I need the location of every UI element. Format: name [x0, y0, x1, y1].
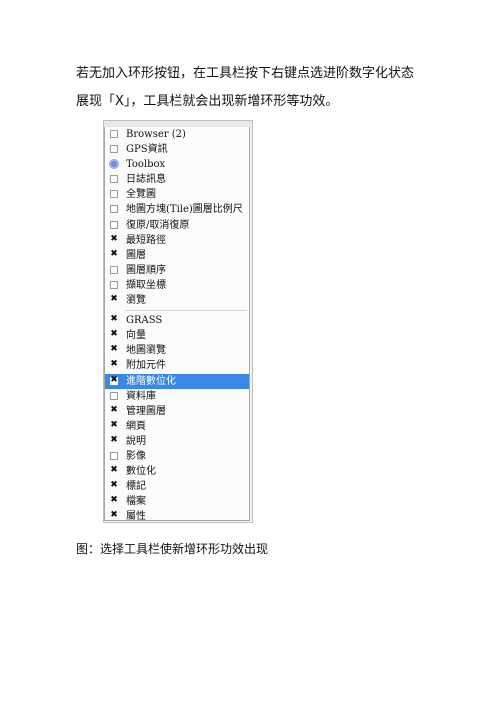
menu-item[interactable]: ✖ GRASS [105, 313, 249, 328]
menu-item[interactable]: 資料庫 [105, 389, 249, 404]
menu-item[interactable]: 地圖方塊(Tile)圖層比例尺 [105, 202, 249, 217]
checked-box-icon[interactable]: ✖ [110, 420, 118, 430]
menu-item-label: GPS資訊 [126, 144, 168, 156]
menu-item[interactable]: ✖ 地圖瀏覽 [105, 343, 249, 358]
checked-box-icon[interactable]: ✖ [110, 496, 118, 505]
checkbox-icon[interactable] [110, 220, 118, 229]
checkbox-icon[interactable] [110, 175, 118, 184]
menu-item-label: 標記 [126, 481, 146, 493]
menu-item[interactable]: ✖ 向量 [105, 328, 249, 343]
toolbar-context-menu: Browser (2) GPS資訊 Toolbox 日誌訊息全覽圖地圖方塊(Tile)… [104, 127, 250, 524]
figure-caption: 图：选择工具栏使新增环形功效出现 [76, 542, 269, 556]
menu-item[interactable]: 圖層順序 [105, 263, 249, 278]
menu-item-label: 檔案 [126, 496, 146, 508]
menu-item-label: 瀏覽 [126, 295, 146, 307]
checked-box-icon[interactable]: ✖ [110, 315, 118, 324]
menu-item-label: 資料庫 [126, 390, 156, 402]
checked-box-icon[interactable]: ✖ [110, 345, 118, 354]
checkbox-icon[interactable] [110, 280, 118, 289]
menu-item[interactable]: 影像 [105, 449, 249, 464]
menu-item-label: 擷取坐標 [126, 279, 166, 291]
paragraph-line-1: 若无加入环形按钮，在工具栏按下右键点选进阶数字化状态 [76, 66, 415, 81]
menu-item[interactable]: ✖ 說明 [105, 434, 249, 449]
checked-box-icon[interactable]: ✖ [110, 360, 118, 369]
paragraph-line-2: 展现「X」，工具栏就会出现新增环形等功效。 [76, 94, 339, 109]
checked-box-icon[interactable]: ✖ [110, 466, 118, 475]
menu-item[interactable]: GPS資訊 [105, 142, 249, 157]
checkbox-icon[interactable] [110, 130, 118, 138]
checked-box-icon[interactable]: ✖ [110, 435, 118, 445]
menu-item[interactable]: ✖ 進階數位化 [105, 373, 249, 389]
checkbox-icon[interactable] [110, 190, 118, 199]
checked-box-icon[interactable]: ✖ [110, 234, 118, 244]
menu-item-label: GRASS [126, 315, 163, 327]
menu-item[interactable]: Toolbox [105, 157, 249, 172]
menu-item[interactable]: ✖ 圖層 [105, 248, 249, 263]
menu-item-label: 進階數位化 [126, 375, 176, 387]
menu-item[interactable]: Browser (2) [105, 127, 249, 142]
menu-separator [125, 310, 247, 312]
menu-item-label: 全覽圖 [126, 189, 156, 201]
checkbox-icon[interactable] [110, 205, 118, 214]
checked-box-icon[interactable]: ✖ [110, 511, 118, 520]
menu-item-label: 屬性 [126, 511, 146, 523]
menu-item-label: 管理圖層 [126, 405, 166, 417]
menu-item-label: 向量 [126, 330, 146, 342]
menu-item-label: 圖層順序 [126, 264, 166, 276]
gear-icon [109, 159, 119, 170]
checked-box-icon[interactable]: ✖ [110, 375, 118, 385]
menu-item-label: 地圖瀏覽 [126, 345, 166, 357]
toolbar-context-menu-screenshot: Browser (2) GPS資訊 Toolbox 日誌訊息全覽圖地圖方塊(Tile)… [103, 120, 253, 523]
menu-item[interactable]: ✖ 標記 [105, 479, 249, 494]
menu-item-label: 說明 [126, 435, 146, 447]
menu-item-label: Toolbox [126, 159, 166, 171]
menu-item-label: 附加元件 [126, 360, 166, 372]
menu-item-label: 數位化 [126, 466, 156, 478]
menu-item-label: 最短路徑 [126, 234, 166, 246]
menu-item[interactable]: ✖ 網頁 [105, 419, 249, 434]
menu-item-label: 日誌訊息 [126, 174, 166, 186]
menu-item[interactable]: ✖ 附加元件 [105, 358, 249, 373]
menu-item-label: 復原/取消復原 [126, 219, 190, 231]
checked-box-icon[interactable]: ✖ [110, 249, 118, 259]
menu-item[interactable]: ✖ 管理圖層 [105, 404, 249, 419]
menu-item-label: Browser (2) [126, 129, 186, 140]
checked-box-icon[interactable]: ✖ [110, 481, 118, 490]
menu-item[interactable]: 復原/取消復原 [105, 218, 249, 233]
menu-item[interactable]: ✖ 最短路徑 [105, 233, 249, 248]
body-paragraph: 若无加入环形按钮，在工具栏按下右键点选进阶数字化状态 展现「X」，工具栏就会出现… [76, 60, 436, 116]
menu-item[interactable]: ✖ 數位化 [105, 464, 249, 479]
menu-item-label: 影像 [126, 450, 146, 462]
checkbox-icon[interactable] [110, 451, 118, 460]
menu-item[interactable]: ✖ 瀏覽 [105, 293, 249, 308]
menu-item-label: 地圖方塊(Tile)圖層比例尺 [126, 204, 243, 216]
checked-box-icon[interactable]: ✖ [110, 330, 118, 339]
menu-item-label: 網頁 [126, 420, 146, 432]
menu-item[interactable]: 全覽圖 [105, 187, 249, 202]
menu-item[interactable]: 日誌訊息 [105, 172, 249, 187]
menu-item-label: 圖層 [126, 249, 146, 261]
checked-box-icon[interactable]: ✖ [110, 295, 118, 304]
menu-item[interactable]: ✖ 檔案 [105, 494, 249, 509]
checkbox-icon[interactable] [110, 265, 118, 274]
checked-box-icon[interactable]: ✖ [110, 405, 118, 415]
checkbox-icon[interactable] [110, 391, 118, 400]
checkbox-icon[interactable] [110, 145, 118, 154]
menu-item[interactable]: 擷取坐標 [105, 278, 249, 293]
menu-item[interactable]: ✖ 屬性 [105, 509, 249, 524]
